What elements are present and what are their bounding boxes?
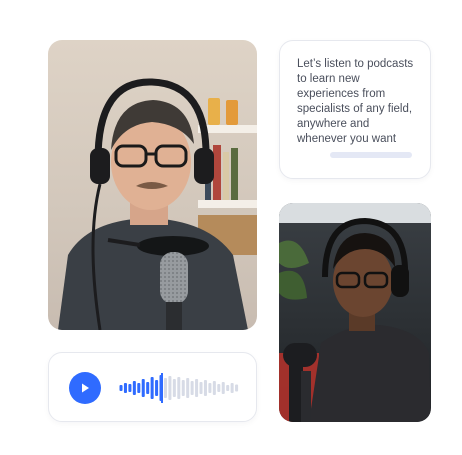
- waveform-bar: [203, 380, 207, 396]
- waveform-bar: [119, 385, 123, 391]
- waveform-bar: [217, 384, 221, 392]
- podcast-guest-illustration: [279, 203, 431, 422]
- audio-waveform[interactable]: [119, 371, 239, 405]
- waveform-bar: [172, 379, 176, 397]
- waveform-bar: [132, 381, 136, 395]
- waveform-bar: [163, 378, 167, 398]
- waveform-bar: [155, 380, 159, 396]
- audio-player-card: [48, 352, 257, 422]
- waveform-bar: [186, 378, 190, 398]
- podcast-intro-card: Let’s listen to podcasts to learn new ex…: [279, 40, 431, 179]
- podcast-host-illustration: [58, 78, 257, 330]
- waveform-bar: [141, 379, 145, 397]
- playhead[interactable]: [161, 373, 163, 403]
- waveform-bar: [226, 385, 230, 391]
- waveform-bar: [181, 380, 185, 396]
- waveform-bar: [137, 383, 141, 393]
- waveform-bar: [212, 381, 216, 395]
- waveform-bar: [146, 382, 150, 394]
- waveform-bar: [195, 379, 199, 397]
- waveform-bar: [150, 377, 154, 399]
- waveform-bar: [123, 383, 127, 393]
- waveform-bar: [230, 383, 234, 393]
- waveform-bar: [199, 382, 203, 394]
- play-button[interactable]: [69, 372, 101, 404]
- waveform-bar: [235, 384, 239, 392]
- waveform-bar: [168, 376, 172, 400]
- waveform-bar: [221, 382, 225, 394]
- text-fade-bar: [330, 152, 412, 158]
- podcast-guest-photo: [279, 203, 431, 422]
- waveform-bar: [128, 384, 132, 392]
- play-icon: [82, 383, 89, 393]
- waveform-bar: [208, 383, 212, 393]
- podcast-intro-text: Let’s listen to podcasts to learn new ex…: [297, 58, 414, 145]
- podcast-host-photo: [48, 40, 257, 330]
- waveform-bar: [190, 381, 194, 395]
- waveform-bar: [177, 377, 181, 399]
